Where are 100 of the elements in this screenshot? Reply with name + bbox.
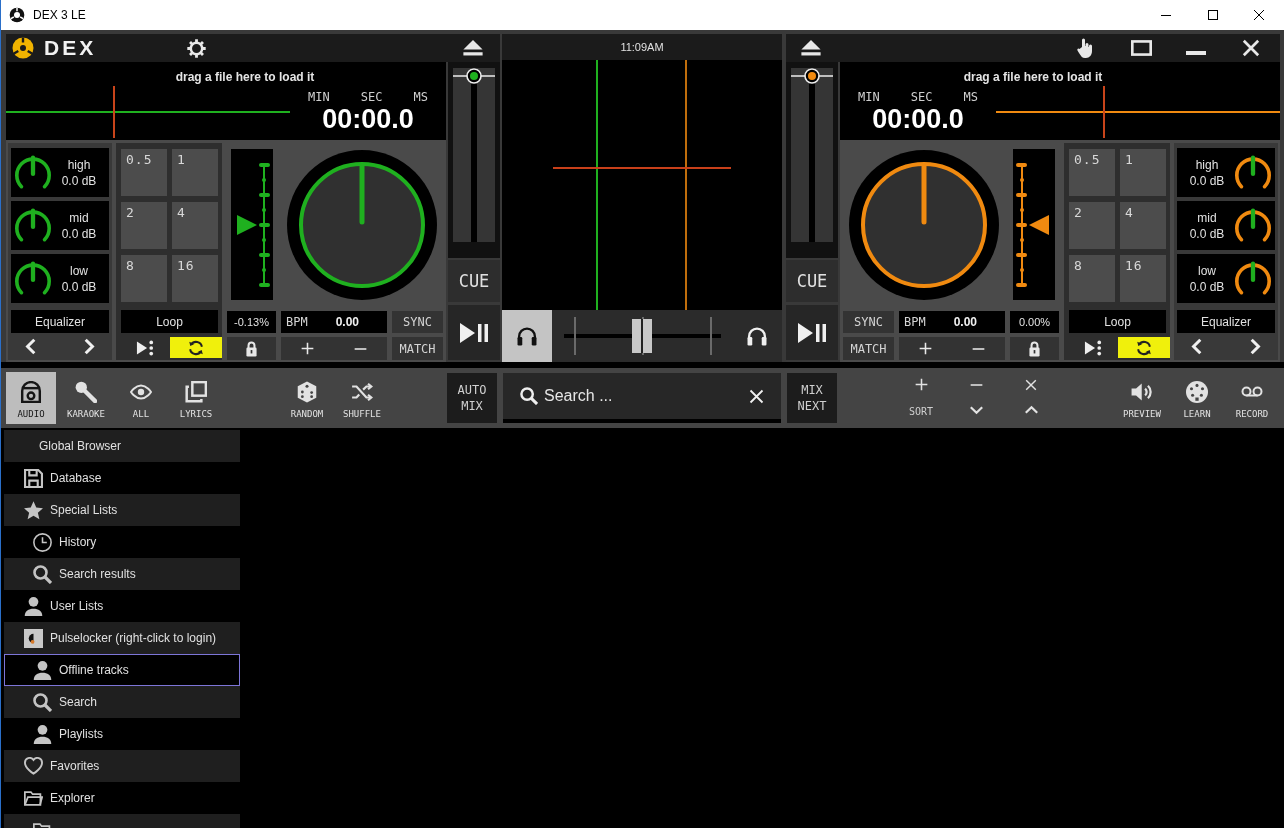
learn-button[interactable]: LEARN [1172, 372, 1222, 424]
volume-knob[interactable] [791, 68, 833, 84]
mode-tab[interactable]: LYRICS [171, 372, 221, 424]
jog-wheel[interactable] [849, 150, 999, 300]
sort-button[interactable]: SORT [896, 372, 946, 424]
eject-icon[interactable] [801, 40, 821, 56]
sync-button[interactable]: SYNC [843, 311, 894, 333]
chevron-left-icon[interactable] [25, 338, 36, 355]
search-icon [33, 564, 52, 584]
chevron-left-icon[interactable] [1191, 338, 1202, 355]
play-next-icon [135, 339, 154, 356]
minimize-icon[interactable] [1161, 14, 1171, 16]
search-icon [33, 692, 52, 712]
search-input[interactable]: Search ... [544, 384, 741, 408]
random-button[interactable]: RANDOM [282, 372, 332, 424]
loop-pad[interactable]: 4 [172, 202, 218, 249]
search-field[interactable]: Search ... [503, 373, 781, 423]
jog-wheel[interactable] [287, 150, 437, 300]
maximize-icon[interactable] [1208, 10, 1218, 20]
tree-item[interactable]: Special Lists [4, 494, 240, 526]
time-unit-label: SEC [360, 90, 383, 104]
volume-knob[interactable] [453, 68, 495, 84]
match-button[interactable]: MATCH [392, 337, 443, 360]
mode-tab[interactable]: KARAOKE [61, 372, 111, 424]
eject-icon[interactable] [463, 40, 483, 56]
loop-pad[interactable]: 16 [172, 255, 218, 302]
brand-logo: DEX [44, 37, 98, 59]
eq-knob[interactable] [14, 260, 52, 297]
mode-tab[interactable]: ALL [116, 372, 166, 424]
loop-pad[interactable]: 0.5 [121, 149, 167, 196]
clear-icon[interactable] [749, 388, 764, 404]
tree-item[interactable]: Search results [4, 558, 240, 590]
loop-button[interactable] [1118, 337, 1170, 358]
clock-icon [33, 532, 52, 552]
eq-knob[interactable] [14, 207, 52, 244]
microphone-icon [75, 381, 97, 403]
cue-button[interactable]: CUE [786, 260, 838, 302]
volume-slider[interactable] [791, 68, 833, 242]
cue-button[interactable]: CUE [448, 260, 500, 302]
chevron-right-icon[interactable] [84, 338, 95, 355]
chevron-down-icon[interactable] [968, 405, 984, 415]
loop-pad[interactable]: 1 [1120, 149, 1166, 196]
pitch-handle[interactable] [237, 215, 257, 235]
minus-icon[interactable] [969, 384, 983, 386]
eq-knob[interactable] [1234, 260, 1272, 297]
window-title: DEX 3 LE [33, 8, 86, 22]
eq-band-label: high [1195, 156, 1219, 173]
loop-pad[interactable]: 0.5 [1069, 149, 1115, 196]
sync-button[interactable]: SYNC [392, 311, 443, 333]
loop-pad[interactable]: 16 [1120, 255, 1166, 302]
tree-item[interactable]: Pulselocker (right-click to login) [4, 622, 240, 654]
headphones-icon [747, 326, 767, 346]
tree-item[interactable]: Offline tracks [4, 654, 240, 686]
eq-band-label: high [67, 156, 91, 173]
pitch-slider[interactable] [1013, 149, 1055, 300]
loop-pad[interactable]: 8 [121, 255, 167, 302]
pitch-handle[interactable] [1029, 215, 1049, 235]
chevron-up-icon[interactable] [1023, 405, 1039, 415]
preview-button[interactable]: PREVIEW [1117, 372, 1167, 424]
hand-pointer-icon[interactable] [1077, 37, 1094, 59]
settings-icon[interactable] [186, 37, 207, 59]
record-button[interactable]: RECORD [1227, 372, 1277, 424]
auto-mix-button[interactable]: AUTO MIX [447, 373, 497, 423]
crossfader-handle[interactable] [632, 319, 652, 353]
bpm-label: BPM [904, 315, 926, 329]
mix-next-button[interactable]: MIX NEXT [787, 373, 837, 423]
pitch-slider[interactable] [231, 149, 273, 300]
eq-knob[interactable] [1234, 154, 1272, 191]
app-logo-icon [12, 37, 34, 59]
time-unit-label: SEC [910, 90, 933, 104]
headphone-cue-button[interactable] [502, 310, 552, 362]
loop-pad[interactable]: 8 [1069, 255, 1115, 302]
eq-gain-value: 0.0 dB [1189, 278, 1225, 295]
loop-button[interactable] [170, 337, 222, 358]
loop-pad[interactable]: 4 [1120, 202, 1166, 249]
play-pause-button[interactable] [448, 305, 500, 360]
tree-item[interactable]: Favorites [4, 750, 240, 782]
eq-knob[interactable] [1234, 207, 1272, 244]
tree-item[interactable]: Search [4, 686, 240, 718]
volume-slider[interactable] [453, 68, 495, 242]
lock-icon [246, 340, 257, 357]
play-next-icon [1083, 339, 1102, 356]
close-icon[interactable] [1254, 10, 1264, 20]
plus-icon [301, 342, 314, 355]
bpm-value: 0.00 [334, 315, 360, 329]
lock-button[interactable] [1010, 337, 1059, 360]
chevron-right-icon[interactable] [1250, 338, 1261, 355]
folder-icon [24, 788, 43, 808]
mode-tab[interactable]: AUDIO [6, 372, 56, 424]
loop-pad[interactable]: 2 [1069, 202, 1115, 249]
shuffle-button[interactable]: SHUFFLE [337, 372, 387, 424]
star-icon [24, 500, 43, 520]
match-button[interactable]: MATCH [843, 337, 894, 360]
crossfader[interactable] [563, 315, 721, 357]
loop-pad[interactable]: 2 [121, 202, 167, 249]
loop-pad[interactable]: 1 [172, 149, 218, 196]
play-pause-button[interactable] [786, 305, 838, 360]
loop-label: Loop [1069, 310, 1166, 333]
eq-knob[interactable] [14, 154, 52, 191]
lock-button[interactable] [227, 337, 276, 360]
